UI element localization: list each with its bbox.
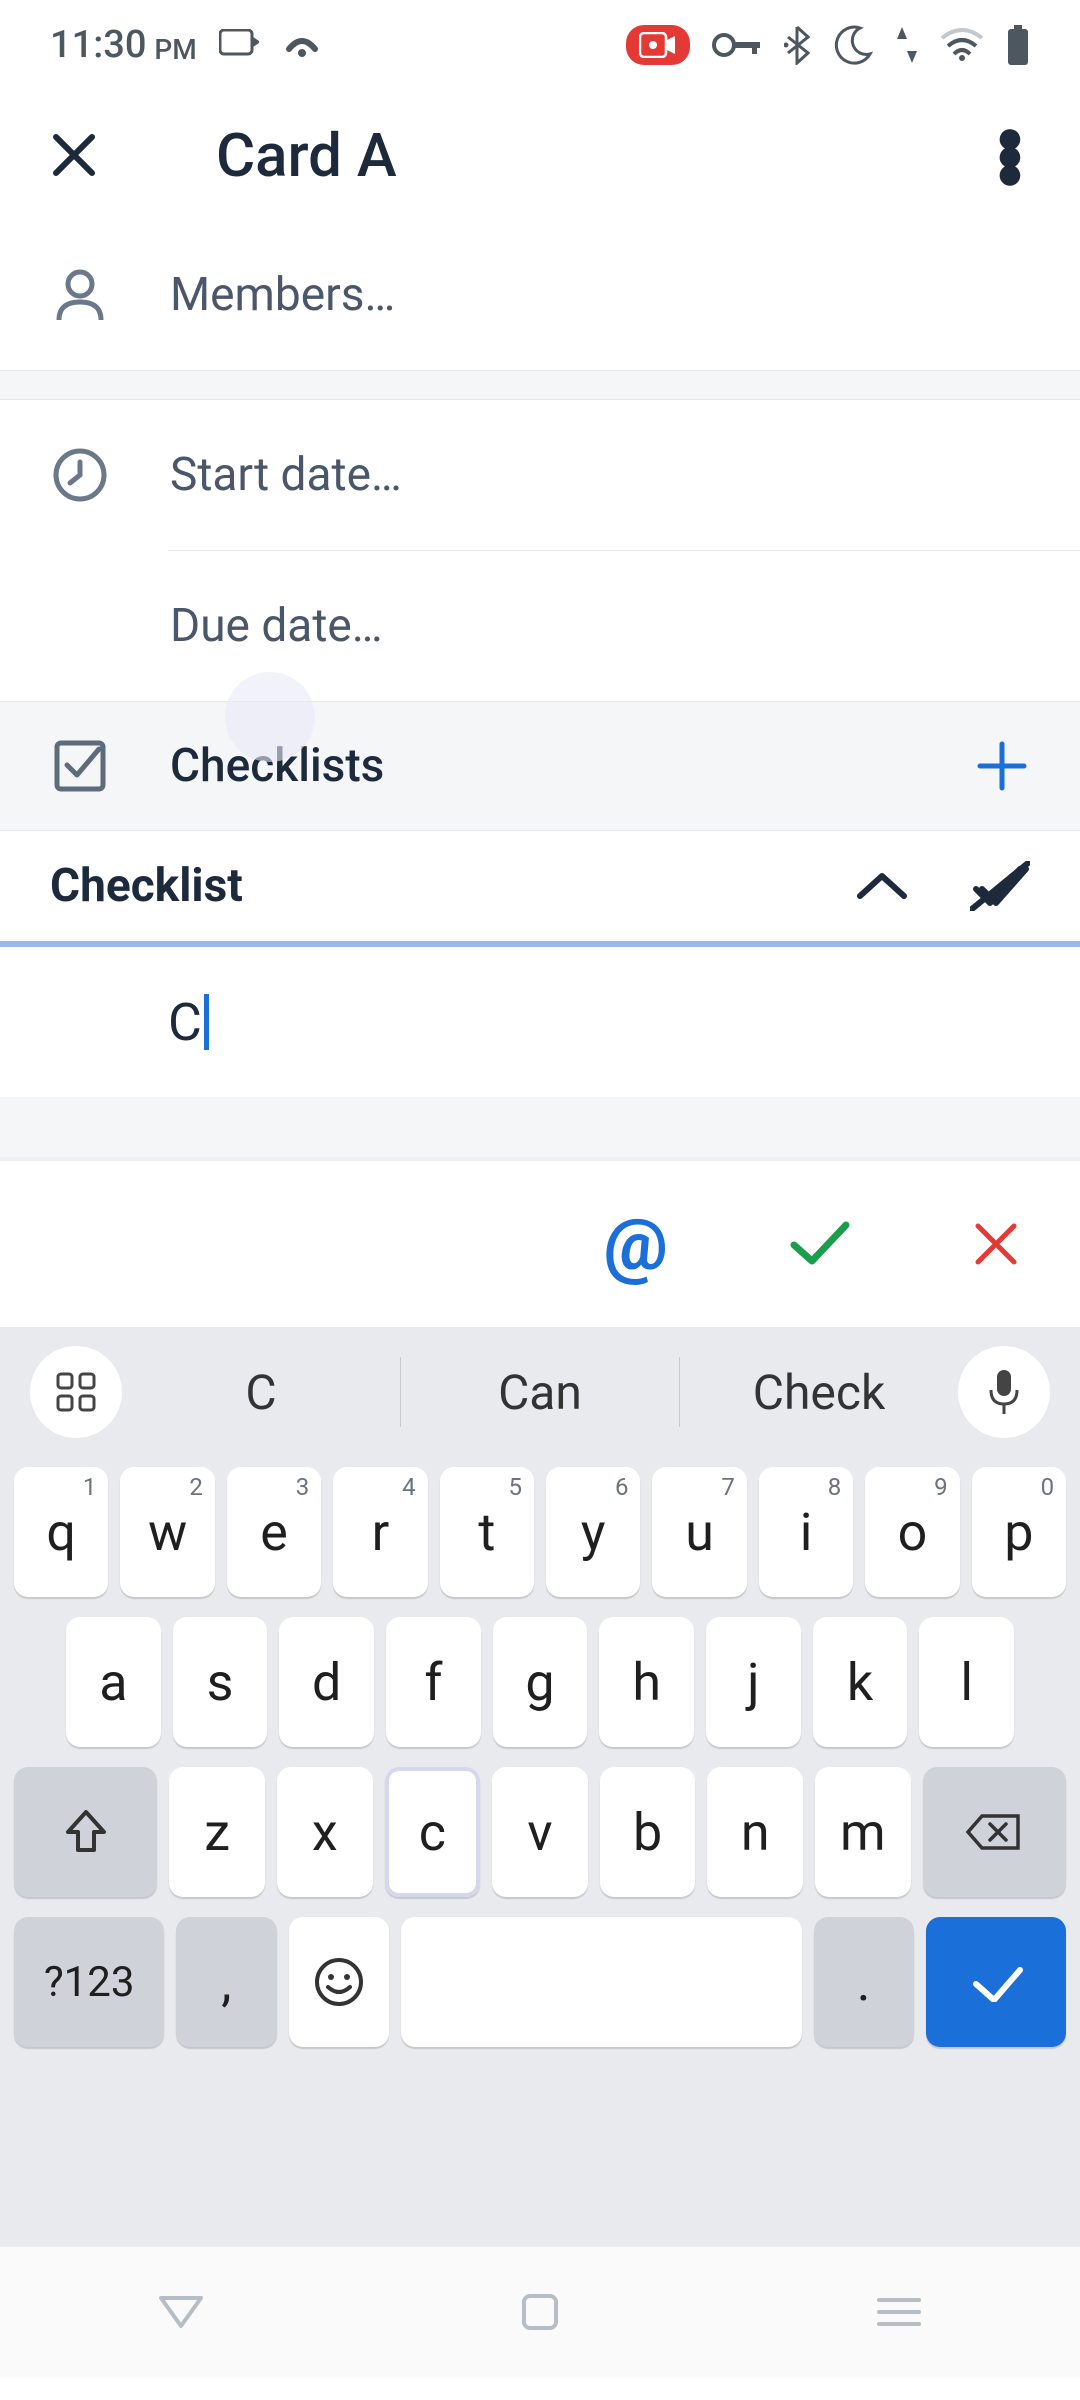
period-key[interactable]: . <box>814 1917 914 2047</box>
checklist-item-input-row[interactable]: C <box>0 947 1080 1097</box>
screen-record-icon <box>626 25 690 65</box>
key-c[interactable]: c <box>385 1767 481 1897</box>
members-row[interactable]: Members… <box>0 220 1080 370</box>
mention-button[interactable]: @ <box>603 1202 668 1287</box>
key-n[interactable]: n <box>707 1767 803 1897</box>
cast-icon <box>219 29 261 61</box>
key-k[interactable]: k <box>813 1617 908 1747</box>
key-u[interactable]: u7 <box>652 1467 746 1597</box>
key-d[interactable]: d <box>279 1617 374 1747</box>
key-v[interactable]: v <box>492 1767 588 1897</box>
key-x[interactable]: x <box>277 1767 373 1897</box>
confirm-button[interactable] <box>788 1219 852 1269</box>
comma-key[interactable]: , <box>176 1917 276 2047</box>
suggestion-1[interactable]: C <box>122 1357 400 1427</box>
key-h[interactable]: h <box>599 1617 694 1747</box>
checklist-icon <box>50 736 110 796</box>
input-action-bar: @ <box>0 1157 1080 1327</box>
checklists-section-header: Checklists <box>0 701 1080 831</box>
key-r[interactable]: r4 <box>333 1467 427 1597</box>
battery-icon <box>1006 25 1030 65</box>
key-y[interactable]: y6 <box>546 1467 640 1597</box>
wifi-icon <box>940 28 984 62</box>
key-e[interactable]: e3 <box>227 1467 321 1597</box>
status-time: 11:30 <box>50 23 146 67</box>
shift-key[interactable] <box>14 1767 157 1897</box>
spacer <box>0 1097 1080 1157</box>
key-s[interactable]: s <box>173 1617 268 1747</box>
key-m[interactable]: m <box>815 1767 911 1897</box>
nav-back-button[interactable] <box>157 2294 205 2330</box>
moon-dnd-icon <box>832 24 874 66</box>
key-z[interactable]: z <box>169 1767 265 1897</box>
enter-key[interactable] <box>926 1917 1066 2047</box>
close-button[interactable] <box>50 131 110 179</box>
key-o[interactable]: o9 <box>865 1467 959 1597</box>
members-label: Members… <box>170 268 395 322</box>
touch-ripple <box>225 672 315 762</box>
suggestion-3[interactable]: Check <box>679 1357 958 1427</box>
hotspot-icon <box>283 29 321 61</box>
key-b[interactable]: b <box>600 1767 696 1897</box>
key-w[interactable]: w2 <box>120 1467 214 1597</box>
cancel-button[interactable] <box>972 1220 1020 1268</box>
status-period: PM <box>154 33 196 66</box>
nav-home-button[interactable] <box>520 2292 560 2332</box>
start-date-row[interactable]: Start date… <box>0 400 1080 550</box>
key-a[interactable]: a <box>66 1617 161 1747</box>
emoji-key[interactable] <box>289 1917 389 2047</box>
key-f[interactable]: f <box>386 1617 481 1747</box>
checklist-title-row: Checklist <box>0 831 1080 941</box>
symbols-key[interactable]: ?123 <box>14 1917 164 2047</box>
key-q[interactable]: q1 <box>14 1467 108 1597</box>
add-checklist-button[interactable] <box>974 738 1030 794</box>
more-menu-button[interactable]: ●●● <box>990 128 1030 182</box>
clock-icon <box>50 445 110 505</box>
section-gap <box>0 370 1080 400</box>
due-date-row[interactable]: Due date… <box>0 551 1080 701</box>
key-p[interactable]: p0 <box>972 1467 1066 1597</box>
space-key[interactable] <box>401 1917 802 2047</box>
collapse-chevron-icon[interactable] <box>854 868 910 904</box>
key-j[interactable]: j <box>706 1617 801 1747</box>
data-icon <box>896 25 918 65</box>
backspace-key[interactable] <box>923 1767 1066 1897</box>
voice-input-button[interactable] <box>958 1346 1050 1438</box>
nav-recents-button[interactable] <box>875 2294 923 2330</box>
key-i[interactable]: i8 <box>759 1467 853 1597</box>
text-cursor <box>204 994 209 1050</box>
key-l[interactable]: l <box>919 1617 1014 1747</box>
card-title: Card A <box>216 120 397 191</box>
suggestion-2[interactable]: Can <box>400 1357 679 1427</box>
start-date-label: Start date… <box>170 448 402 502</box>
keyboard: C Can Check q1w2e3r4t5y6u7i8o9p0 asdfghj… <box>0 1327 1080 2247</box>
key-g[interactable]: g <box>493 1617 588 1747</box>
vpn-key-icon <box>712 32 762 58</box>
key-t[interactable]: t5 <box>440 1467 534 1597</box>
checklist-item-input[interactable]: C <box>168 992 209 1053</box>
suggestion-bar: C Can Check <box>122 1357 958 1427</box>
system-nav-bar <box>0 2247 1080 2377</box>
hide-checked-icon[interactable] <box>970 861 1030 911</box>
person-icon <box>50 265 110 325</box>
bluetooth-icon <box>784 25 810 65</box>
checklist-title[interactable]: Checklist <box>50 859 243 913</box>
due-date-label: Due date… <box>170 599 383 653</box>
card-header: Card A ●●● <box>0 90 1080 220</box>
keyboard-apps-button[interactable] <box>30 1346 122 1438</box>
status-bar: 11:30 PM <box>0 0 1080 90</box>
